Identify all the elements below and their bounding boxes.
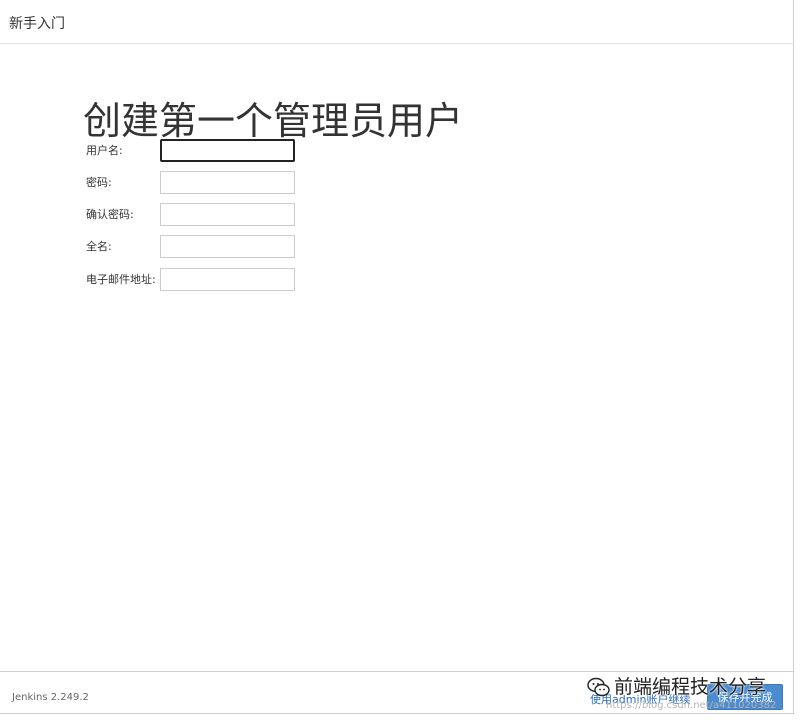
version-label: Jenkins 2.249.2 xyxy=(12,692,89,703)
wizard-footer: Jenkins 2.249.2 使用admin账户继续 保存并完成 xyxy=(0,671,793,714)
fullname-label: 全名: xyxy=(86,240,112,253)
password-input[interactable] xyxy=(160,171,295,194)
email-input[interactable] xyxy=(160,268,295,291)
page-title: 创建第一个管理员用户 xyxy=(83,99,464,143)
save-and-finish-button[interactable]: 保存并完成 xyxy=(707,684,783,710)
password-label: 密码: xyxy=(86,176,112,189)
setup-wizard-window: 新手入门 创建第一个管理员用户 用户名: 密码: 确认密码: 全名: 电子邮件地… xyxy=(0,0,794,714)
confirm-password-input[interactable] xyxy=(160,203,295,226)
username-input[interactable] xyxy=(160,139,295,162)
wizard-header: 新手入门 xyxy=(0,0,793,44)
header-title: 新手入门 xyxy=(9,16,65,32)
username-label: 用户名: xyxy=(86,144,123,157)
continue-as-admin-link[interactable]: 使用admin账户继续 xyxy=(590,691,690,707)
confirm-password-label: 确认密码: xyxy=(86,208,134,221)
wizard-content: 创建第一个管理员用户 用户名: 密码: 确认密码: 全名: 电子邮件地址: xyxy=(0,44,793,671)
fullname-input[interactable] xyxy=(160,235,295,258)
email-label: 电子邮件地址: xyxy=(86,273,156,286)
